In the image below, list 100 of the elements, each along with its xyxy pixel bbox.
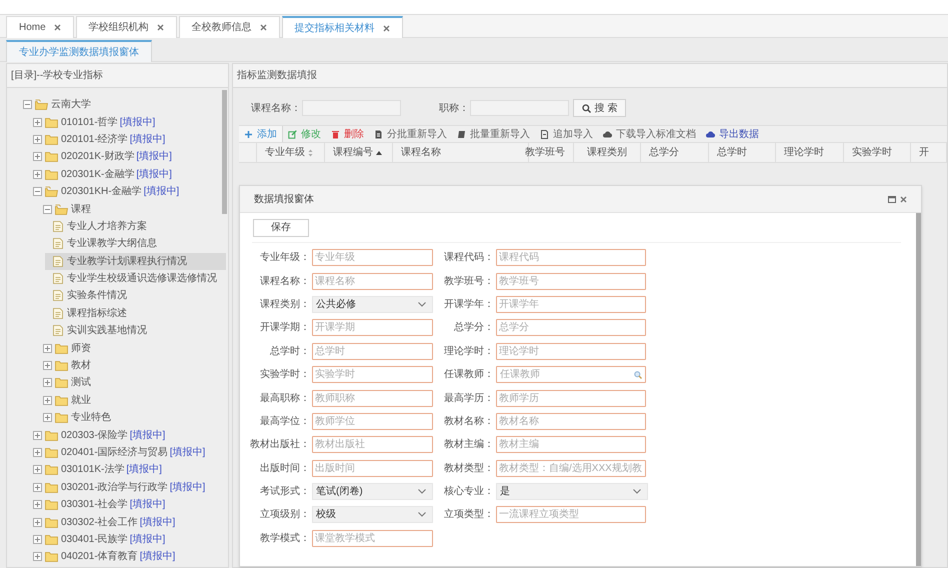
tree-item[interactable]: 专业学生校级通识选修课选修情况 bbox=[45, 270, 225, 288]
tab[interactable]: Home bbox=[6, 16, 74, 38]
tree-item[interactable]: 030101K-法学 [填报中] bbox=[44, 462, 163, 478]
dropdown[interactable]: 校级 bbox=[312, 506, 433, 524]
input-field[interactable]: 实验学时 bbox=[312, 366, 433, 384]
input-field[interactable]: 教师职称 bbox=[312, 390, 433, 407]
expand-icon[interactable] bbox=[33, 430, 42, 440]
expand-icon[interactable] bbox=[43, 361, 52, 370]
expand-icon[interactable] bbox=[43, 396, 52, 405]
expand-icon[interactable] bbox=[33, 118, 42, 127]
file-icon bbox=[53, 308, 63, 319]
search-icon bbox=[634, 370, 642, 379]
tree-item[interactable]: 020301KH-金融学 [填报中] bbox=[44, 184, 180, 200]
input-field[interactable]: 教材名称 bbox=[496, 412, 646, 430]
tree-item[interactable]: 专业人才培养方案 bbox=[45, 218, 155, 235]
collapse-icon[interactable] bbox=[23, 100, 32, 110]
input-field[interactable]: 课程名称 bbox=[312, 272, 433, 290]
input-field[interactable]: 一流课程立项类型 bbox=[496, 506, 646, 524]
input-field[interactable]: 教材出版社 bbox=[312, 436, 433, 454]
scrollbar[interactable] bbox=[222, 90, 227, 214]
tree-item[interactable]: 010101-哲学 [填报中] bbox=[44, 114, 156, 130]
tree-item[interactable]: 020301K-金融学 [填报中] bbox=[44, 166, 173, 182]
save-button[interactable]: 保存 bbox=[253, 218, 309, 236]
input-field[interactable]: 出版时间 bbox=[312, 460, 433, 477]
scrollbar[interactable] bbox=[916, 213, 921, 566]
column-header[interactable]: 专业年级 bbox=[257, 143, 325, 162]
input-field[interactable]: 课堂教学模式 bbox=[312, 530, 433, 547]
search-button[interactable]: 搜 索 bbox=[573, 99, 626, 117]
dropdown[interactable]: 公共必修 bbox=[312, 296, 433, 313]
expand-icon[interactable] bbox=[43, 413, 52, 422]
expand-icon[interactable] bbox=[33, 152, 42, 162]
tree-item[interactable]: 师资 bbox=[54, 340, 92, 356]
column-header[interactable]: 实验学时 bbox=[844, 143, 911, 162]
expand-icon[interactable] bbox=[33, 534, 42, 544]
input-field[interactable]: 理论学时 bbox=[496, 342, 646, 360]
tab[interactable]: 全校教师信息 bbox=[178, 16, 280, 38]
input-field[interactable]: 开课学期 bbox=[312, 319, 433, 336]
expand-icon[interactable] bbox=[33, 482, 42, 492]
column-header[interactable]: 总学分 bbox=[641, 143, 709, 162]
expand-icon[interactable] bbox=[43, 378, 52, 388]
expand-icon[interactable] bbox=[33, 500, 42, 510]
dropdown[interactable]: 是 bbox=[496, 483, 648, 500]
tree-item[interactable]: 教材 bbox=[54, 358, 92, 374]
expand-icon[interactable] bbox=[33, 134, 42, 144]
maximize-icon[interactable] bbox=[888, 196, 896, 202]
tree-item[interactable]: 030201-政治学与行政学 [填报中] bbox=[44, 480, 206, 495]
dropdown[interactable]: 笔试(闭卷) bbox=[312, 483, 433, 500]
tree-item[interactable]: 020401-国际经济与贸易 [填报中] bbox=[44, 445, 206, 460]
expand-icon[interactable] bbox=[33, 518, 42, 527]
input-field[interactable]: 任课教师 bbox=[496, 366, 646, 384]
toolbar-button[interactable]: 删除 bbox=[326, 126, 369, 142]
column-header[interactable]: 课程类别 bbox=[574, 143, 641, 162]
expand-icon[interactable] bbox=[33, 448, 42, 457]
tree-item[interactable]: 040201-体育教育 [填报中] bbox=[44, 549, 176, 564]
tree-item[interactable]: 专业课教学大纲信息 bbox=[45, 235, 165, 252]
tree-item[interactable]: 就业 bbox=[54, 392, 92, 408]
tree-item[interactable]: 实训实践基地情况 bbox=[45, 322, 155, 340]
tree-item[interactable]: 课程 bbox=[54, 202, 92, 217]
input-field[interactable]: 教师学位 bbox=[312, 412, 433, 430]
column-header[interactable]: 课程编号 bbox=[325, 143, 393, 162]
tab[interactable]: 提交指标相关材料 bbox=[282, 16, 403, 38]
input-field[interactable]: 总学时 bbox=[312, 342, 433, 360]
tree-item[interactable]: 测试 bbox=[54, 375, 92, 390]
field-label: 教材名称： bbox=[443, 414, 495, 429]
input-field[interactable]: 教师学历 bbox=[496, 390, 646, 407]
toolbar-button[interactable]: 添加 bbox=[239, 126, 283, 142]
tree-item[interactable]: 030401-民族学 [填报中] bbox=[44, 532, 166, 547]
column-header[interactable]: 理论学时 bbox=[776, 143, 844, 162]
tree-item[interactable]: 030301-社会学 [填报中] bbox=[44, 497, 166, 512]
column-header[interactable]: 开 bbox=[911, 143, 947, 162]
expand-icon[interactable] bbox=[43, 344, 52, 353]
input-field[interactable]: 开课学年 bbox=[496, 296, 646, 313]
toolbar-button[interactable]: 批量重新导入 bbox=[452, 126, 535, 142]
tree-item[interactable]: 030302-社会工作 [填报中] bbox=[44, 514, 176, 530]
panel-title: [目录]--学校专业指标 bbox=[7, 64, 228, 88]
column-header[interactable]: 总学时 bbox=[709, 143, 776, 162]
input-field[interactable]: 教材类型：自编/选用XXX规划教 bbox=[496, 460, 646, 477]
input-field[interactable]: 课程代码 bbox=[496, 249, 646, 266]
toolbar-button[interactable]: 追加导入 bbox=[535, 126, 598, 142]
tree-item[interactable]: 020101-经济学 [填报中] bbox=[44, 132, 166, 147]
close-icon[interactable] bbox=[900, 196, 907, 202]
tree-item[interactable]: 专业特色 bbox=[54, 410, 112, 426]
expand-icon[interactable] bbox=[33, 552, 42, 562]
toolbar-button[interactable]: 下载导入标准文档 bbox=[598, 126, 701, 142]
input-field[interactable]: 总学分 bbox=[496, 319, 646, 336]
expand-icon[interactable] bbox=[33, 465, 42, 474]
collapse-icon[interactable] bbox=[43, 204, 52, 214]
tree-item[interactable]: 云南大学 bbox=[34, 97, 92, 112]
tree-item[interactable]: 020303-保险学 [填报中] bbox=[44, 428, 166, 443]
input-field[interactable]: 教学班号 bbox=[496, 272, 646, 290]
collapse-icon[interactable] bbox=[33, 187, 42, 196]
input-field[interactable]: 教材主编 bbox=[496, 436, 646, 454]
expand-icon[interactable] bbox=[33, 170, 42, 179]
tree-item[interactable]: 课程指标综述 bbox=[45, 304, 135, 322]
tree-item[interactable]: 实验条件情况 bbox=[45, 287, 135, 304]
toolbar-button[interactable]: 导出数据 bbox=[701, 126, 764, 142]
input-field[interactable]: 专业年级 bbox=[312, 249, 433, 266]
tree-item[interactable]: 020201K-财政学 [填报中] bbox=[44, 149, 173, 164]
tree-item[interactable]: 专业教学计划课程执行情况 bbox=[45, 252, 226, 270]
tab[interactable]: 学校组织机构 bbox=[76, 16, 177, 38]
